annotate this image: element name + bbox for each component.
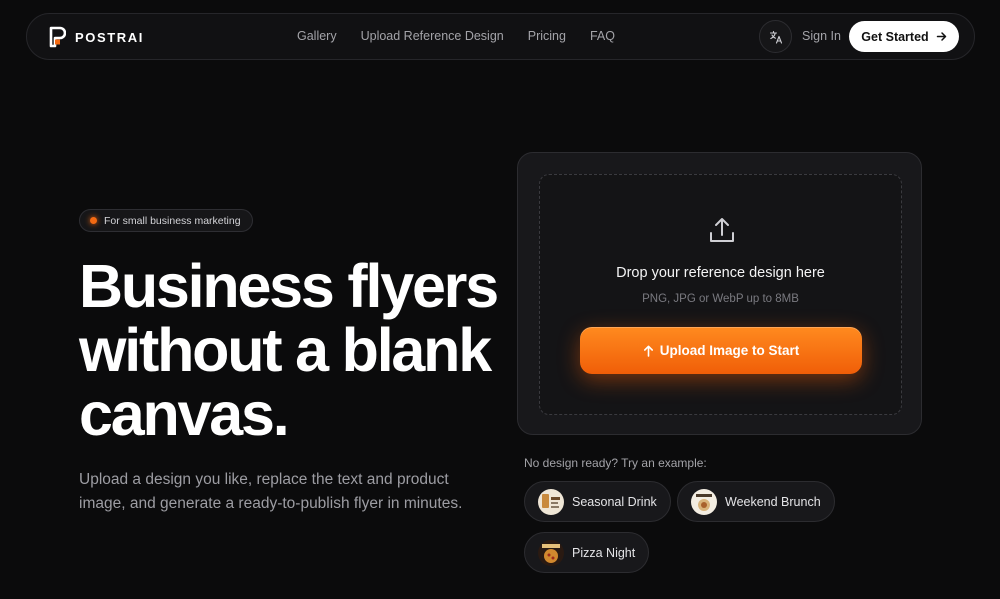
- logo[interactable]: POSTRAI: [48, 26, 144, 48]
- arrow-right-icon: [936, 32, 946, 41]
- pizza-night-thumbnail: [538, 539, 564, 566]
- sign-in-link[interactable]: Sign In: [802, 29, 841, 43]
- language-button[interactable]: [759, 20, 792, 53]
- example-chip-seasonal-drink[interactable]: Seasonal Drink: [524, 481, 671, 522]
- headline-line: Business flyers: [79, 252, 499, 320]
- example-chip-label: Seasonal Drink: [572, 494, 657, 509]
- examples-label: No design ready? Try an example:: [524, 456, 707, 470]
- dropzone-hint: PNG, JPG or WebP up to 8MB: [642, 293, 799, 305]
- nav-link-upload-reference-design[interactable]: Upload Reference Design: [361, 29, 504, 43]
- translate-icon: [769, 30, 782, 44]
- upload-card: Drop your reference design here PNG, JPG…: [517, 152, 922, 435]
- nav-links: Gallery Upload Reference Design Pricing …: [297, 29, 615, 43]
- upload-icon: [710, 218, 734, 242]
- upload-button-label: Upload Image to Start: [659, 343, 800, 358]
- dropzone[interactable]: Drop your reference design here PNG, JPG…: [539, 174, 902, 415]
- get-started-button[interactable]: Get Started: [849, 21, 959, 52]
- nav-link-pricing[interactable]: Pricing: [528, 29, 566, 43]
- example-chip-label: Weekend Brunch: [725, 494, 821, 509]
- weekend-brunch-thumbnail: [691, 488, 717, 515]
- arrow-up-icon: [643, 345, 653, 357]
- example-chip-weekend-brunch[interactable]: Weekend Brunch: [677, 481, 835, 522]
- nav-link-faq[interactable]: FAQ: [590, 29, 615, 43]
- top-navbar: POSTRAI Gallery Upload Reference Design …: [26, 13, 975, 60]
- example-chip-pizza-night[interactable]: Pizza Night: [524, 532, 650, 573]
- badge-dot: [90, 217, 97, 224]
- nav-link-gallery[interactable]: Gallery: [297, 29, 337, 43]
- dropzone-title: Drop your reference design here: [616, 265, 825, 281]
- logo-text: POSTRAI: [75, 29, 144, 45]
- postrai-logo-icon: [49, 26, 66, 48]
- audience-badge: For small business marketing: [79, 209, 253, 232]
- get-started-label: Get Started: [861, 29, 929, 44]
- example-chip-label: Pizza Night: [572, 545, 636, 560]
- headline-line: without a blank: [79, 316, 492, 384]
- headline-line: canvas.: [79, 380, 290, 448]
- hero-headline: Business flyers without a blank canvas.: [79, 254, 519, 446]
- hero-subtext: Upload a design you like, replace the te…: [79, 471, 463, 512]
- badge-label: For small business marketing: [104, 214, 241, 227]
- upload-image-button[interactable]: Upload Image to Start: [580, 327, 862, 374]
- seasonal-drink-thumbnail: [538, 488, 564, 515]
